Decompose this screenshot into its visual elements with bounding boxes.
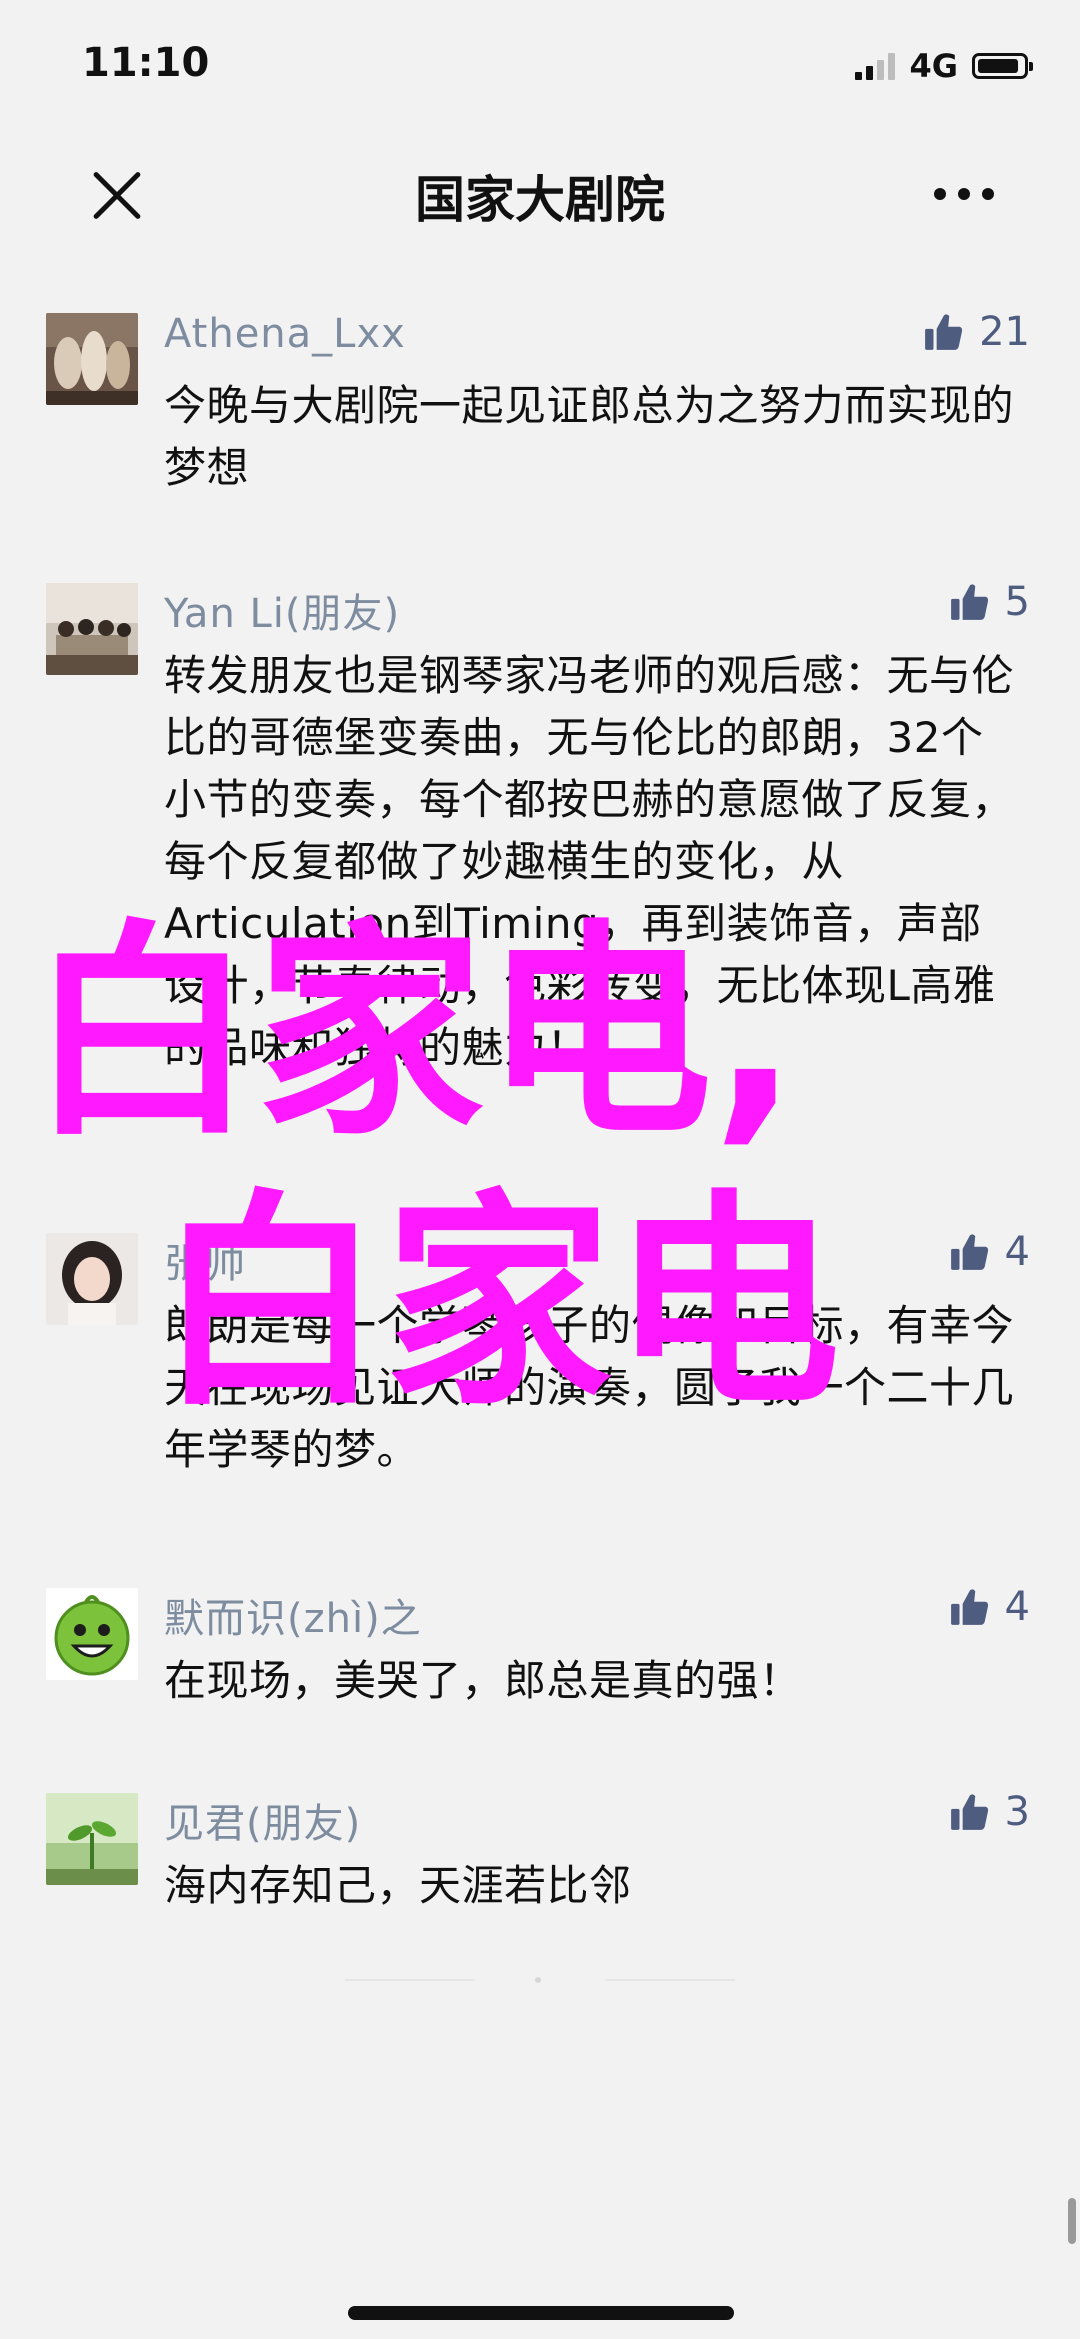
comment-author[interactable]: 默而识(zhì)之 <box>164 1586 422 1644</box>
like-button[interactable]: 21 <box>923 309 1030 355</box>
network-type: 4G <box>909 47 958 85</box>
like-count: 4 <box>1004 1584 1030 1630</box>
thumbs-up-icon <box>925 314 963 350</box>
like-button[interactable]: 4 <box>949 1584 1030 1630</box>
scrollbar[interactable] <box>1068 2198 1076 2244</box>
watermark-overlay: 白家电, 白家电 <box>0 0 1080 2339</box>
like-count: 21 <box>979 309 1030 355</box>
nav-bar: 国家大剧院 <box>0 130 1080 255</box>
thumbs-up-icon <box>950 584 988 620</box>
avatar-image-icon <box>46 1588 138 1680</box>
comment-author[interactable]: 见君(朋友) <box>164 1791 361 1849</box>
comment-author[interactable]: Yan Li(朋友) <box>164 581 400 639</box>
like-button[interactable]: 5 <box>949 579 1030 625</box>
more-icon[interactable] <box>934 188 994 200</box>
thumbs-up-icon <box>950 1589 988 1625</box>
like-button[interactable]: 4 <box>949 1229 1030 1275</box>
comment-text: 转发朋友也是钢琴家冯老师的观后感：无与伦比的哥德堡变奏曲，无与伦比的郎朗，32个… <box>164 651 1015 1072</box>
battery-icon <box>972 53 1033 79</box>
avatar[interactable] <box>46 313 138 405</box>
avatar-image-icon <box>46 1233 138 1325</box>
comment-text: 在现场，美哭了，郎总是真的强！ <box>164 1656 802 1705</box>
avatar[interactable] <box>46 1233 138 1325</box>
like-count: 3 <box>1004 1789 1030 1835</box>
comment-author[interactable]: 张帅 <box>164 1231 246 1289</box>
avatar[interactable] <box>46 583 138 675</box>
signal-icon <box>855 52 896 80</box>
status-indicators: 4G <box>855 46 1033 86</box>
avatar[interactable] <box>46 1588 138 1680</box>
comment-author[interactable]: Athena_Lxx <box>164 311 406 357</box>
avatar[interactable] <box>46 1793 138 1885</box>
like-button[interactable]: 3 <box>949 1789 1030 1835</box>
page-title: 国家大剧院 <box>415 171 665 229</box>
avatar-image-icon <box>46 313 138 405</box>
avatar-image-icon <box>46 1793 138 1885</box>
home-indicator[interactable] <box>348 2306 734 2320</box>
like-count: 5 <box>1004 579 1030 625</box>
list-end-divider <box>345 1977 735 1983</box>
like-count: 4 <box>1004 1229 1030 1275</box>
comment-text: 今晚与大剧院一起见证郎总为之努力而实现的梦想 <box>164 381 1015 492</box>
battery-fill <box>978 59 1018 73</box>
status-bar: 11:10 4G <box>0 0 1080 130</box>
avatar-image-icon <box>46 583 138 675</box>
comment-text: 郎朗是每一个学琴孩子的偶像和目标，有幸今天在现场见证大师的演奏，圆了我一个二十几… <box>164 1301 1015 1474</box>
thumbs-up-icon <box>950 1234 988 1270</box>
comment-text: 海内存知己，天涯若比邻 <box>164 1861 632 1910</box>
status-time: 11:10 <box>82 40 210 86</box>
thumbs-up-icon <box>950 1794 988 1830</box>
